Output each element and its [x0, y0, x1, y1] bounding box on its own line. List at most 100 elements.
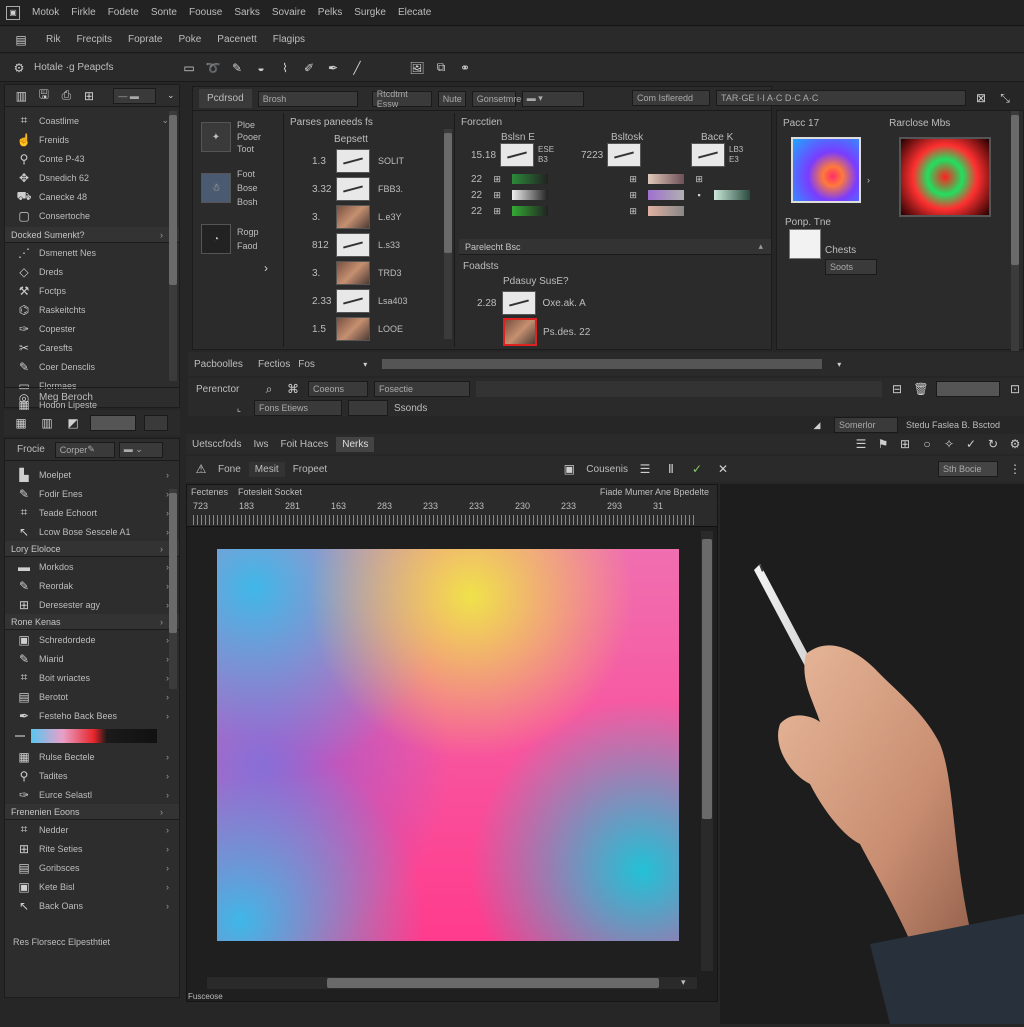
- warning-icon[interactable]: ⚠: [192, 460, 210, 478]
- dropper-icon[interactable]: ⌇: [276, 59, 294, 77]
- toolbar-item[interactable]: Flagips: [273, 34, 305, 45]
- group-icon[interactable]: ⌘: [284, 380, 302, 398]
- gradient-artwork[interactable]: [217, 549, 679, 941]
- settings-icon[interactable]: ⚙: [10, 59, 28, 77]
- fone-button[interactable]: Fone: [218, 464, 241, 475]
- layers-scrollbar[interactable]: [444, 129, 452, 339]
- tab-properties[interactable]: Pcdrsod: [199, 89, 252, 108]
- somerlor-field[interactable]: Somerlor: [834, 417, 898, 433]
- chevron-down-icon[interactable]: ▾: [830, 355, 848, 373]
- tab-fectios[interactable]: Fectios: [258, 359, 290, 370]
- line-icon[interactable]: ╱: [348, 59, 366, 77]
- clock-icon[interactable]: ◔: [201, 224, 231, 254]
- trash-icon[interactable]: 🗑: [912, 380, 930, 398]
- color-swatch[interactable]: [789, 229, 821, 259]
- canvas-hscroll[interactable]: [207, 977, 697, 989]
- layer-thumbnail[interactable]: [336, 149, 370, 173]
- circle-icon[interactable]: ○: [918, 435, 936, 453]
- list-item[interactable]: ⚲ Tadites ›: [5, 766, 179, 785]
- grid-icon[interactable]: ⊠: [972, 89, 990, 107]
- opacity-slider[interactable]: [90, 415, 136, 431]
- marquee-icon[interactable]: ▭: [180, 59, 198, 77]
- list-item[interactable]: ⊞ Deresester agy ›: [5, 595, 179, 614]
- tab-uetsccfods[interactable]: Uetsccfods: [188, 437, 245, 452]
- chevron-down-icon[interactable]: ⌄: [162, 87, 179, 105]
- node-icon[interactable]: ⊞: [488, 202, 506, 220]
- list-item[interactable]: ↖ Lcow Bose Sescele A1 ›: [5, 522, 179, 541]
- list-item[interactable]: ▣ Schredordede ›: [5, 630, 179, 649]
- section-header[interactable]: Frenenien Eoons ›: [5, 804, 179, 820]
- menu-item[interactable]: Sonte: [151, 7, 177, 18]
- check-icon[interactable]: ✓: [962, 435, 980, 453]
- list-item[interactable]: ✎ Coer Densclis: [5, 357, 179, 376]
- menu-item[interactable]: Foouse: [189, 7, 222, 18]
- list-item[interactable]: ▙ Moelpet ›: [5, 465, 179, 484]
- layer-thumbnail[interactable]: [336, 317, 370, 341]
- menu-item[interactable]: Firkle: [71, 7, 95, 18]
- path-field[interactable]: TAR·GE I·I A·C D·C A·C: [716, 90, 966, 106]
- toolbar-item[interactable]: Rik: [46, 34, 60, 45]
- list-item[interactable]: ⌗ Teade Echoort ›: [5, 503, 179, 522]
- fropeet-button[interactable]: Fropeet: [293, 464, 327, 475]
- layer-thumbnail[interactable]: [336, 233, 370, 257]
- list-item[interactable]: ↖ Back Oans ›: [5, 896, 179, 915]
- zoom-field[interactable]: — ▬: [113, 87, 157, 104]
- menu-item[interactable]: Fodete: [108, 7, 139, 18]
- chevron-down-icon[interactable]: ▾: [356, 355, 374, 373]
- section-header[interactable]: Docked Sumenkt? ›: [5, 227, 179, 243]
- layer-row[interactable]: 1.3 SOLIT: [284, 147, 454, 175]
- pen-icon[interactable]: ✒: [324, 59, 342, 77]
- menu-item[interactable]: Motok: [32, 7, 59, 18]
- grid-icon[interactable]: ▦: [12, 414, 30, 432]
- image-preview-icon[interactable]: ☃: [201, 173, 231, 203]
- fx-thumbnail[interactable]: [691, 143, 725, 167]
- lasso-icon[interactable]: ➰: [204, 59, 222, 77]
- app-icon[interactable]: ▣: [6, 5, 20, 20]
- list-item[interactable]: ✒ Festeho Back Bees ›: [5, 706, 179, 725]
- tab-nerks[interactable]: Nerks: [336, 436, 375, 452]
- progress-bar[interactable]: [382, 359, 823, 369]
- list-item[interactable]: ☝ Frenids: [5, 130, 179, 149]
- list-icon[interactable]: ☰: [636, 460, 654, 478]
- mode-field[interactable]: Gonsetmre: [471, 90, 521, 107]
- section-header[interactable]: Rone Kenas ›: [5, 614, 179, 630]
- list-item[interactable]: ✎ Fodir Enes ›: [5, 484, 179, 503]
- list-item[interactable]: ▬ Morkdos ›: [5, 557, 179, 576]
- flag-icon[interactable]: ⚑: [874, 435, 892, 453]
- expand-icon[interactable]: ⤡: [996, 89, 1014, 107]
- list-item[interactable]: ⚲ Conte P-43: [5, 149, 179, 168]
- brush-field[interactable]: Brosh: [257, 90, 358, 107]
- brush-icon[interactable]: ✎: [228, 59, 246, 77]
- canvas-hscroll-arrow[interactable]: ▾: [681, 977, 686, 988]
- lock-icon[interactable]: ⊡: [1006, 380, 1024, 398]
- fx-thumbnail-selected[interactable]: [503, 318, 537, 346]
- fx-thumbnail[interactable]: [500, 143, 535, 167]
- size-field[interactable]: ▬ ▾: [521, 90, 584, 107]
- star-icon[interactable]: ✧: [940, 435, 958, 453]
- document-icon[interactable]: ▥: [13, 87, 30, 105]
- toolbar-item[interactable]: Foprate: [128, 34, 162, 45]
- layer-thumbnail[interactable]: [336, 289, 370, 313]
- list-item[interactable]: ✑ Copester: [5, 319, 179, 338]
- globe-icon[interactable]: ◎: [15, 389, 33, 407]
- menu-item[interactable]: Pelks: [318, 7, 342, 18]
- save-icon[interactable]: 🖫: [36, 87, 53, 105]
- list-item[interactable]: ✑ Eurce Selastl ›: [5, 785, 179, 804]
- list-item[interactable]: ⚒ Foctps: [5, 281, 179, 300]
- list-item[interactable]: ▣ Kete Bisl ›: [5, 877, 179, 896]
- layer-row[interactable]: 3. TRD3: [284, 259, 454, 287]
- color-wheel[interactable]: [899, 137, 991, 217]
- gradient-bar[interactable]: [648, 206, 685, 216]
- blank-field[interactable]: [348, 400, 388, 416]
- layer-thumbnail[interactable]: [336, 205, 370, 229]
- fosectie-field[interactable]: Fosectie: [374, 381, 470, 397]
- list-item[interactable]: ⋰ Dsmenett Nes: [5, 243, 179, 262]
- gradient-bar[interactable]: [512, 206, 549, 216]
- search-field[interactable]: Com Isfleredd: [632, 90, 710, 106]
- list-item[interactable]: ✂ Caresfts: [5, 338, 179, 357]
- list-item[interactable]: ✎ Reordak ›: [5, 576, 179, 595]
- image-icon[interactable]: ▣: [560, 460, 578, 478]
- tab-foit-haces[interactable]: Foit Haces: [276, 437, 332, 452]
- toolbar-item[interactable]: Frecpits: [76, 34, 112, 45]
- list-item[interactable]: ▤ Goribsces ›: [5, 858, 179, 877]
